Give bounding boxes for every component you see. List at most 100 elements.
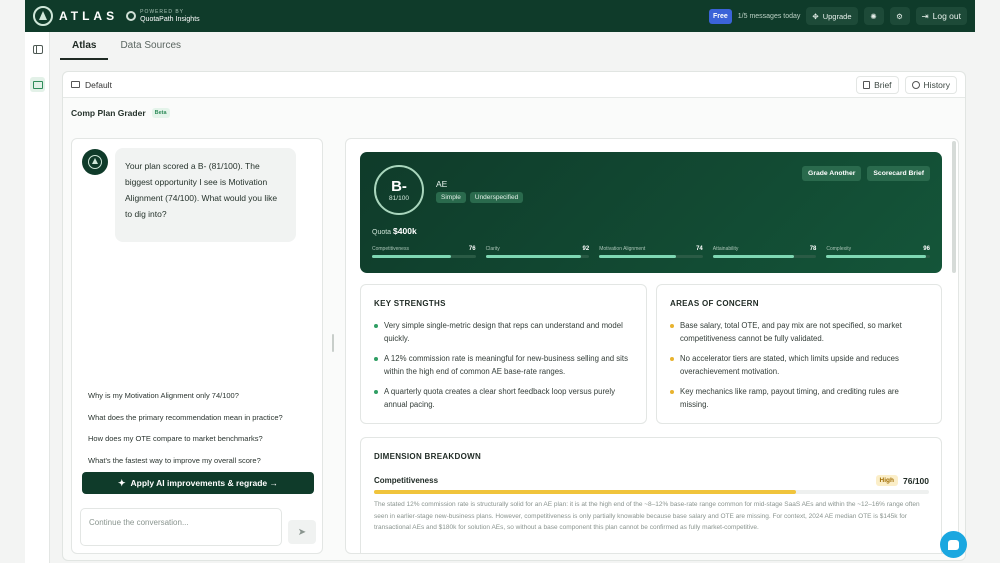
metric-fill xyxy=(712,255,794,258)
concern-item: Base salary, total OTE, and pay mix are … xyxy=(670,319,929,345)
metric-name: Complexity xyxy=(826,246,852,252)
atlas-logo[interactable]: ATLAS xyxy=(33,6,118,26)
chat-input[interactable]: Continue the conversation... xyxy=(80,508,282,546)
bug-report-button[interactable]: ✺ xyxy=(863,7,884,25)
metric-name: Competitiveness xyxy=(372,246,409,252)
help-chat-button[interactable] xyxy=(940,531,967,558)
breadcrumb[interactable]: Default xyxy=(71,80,112,90)
left-rail xyxy=(25,32,50,563)
grade-letter: B- xyxy=(391,177,407,195)
resize-handle[interactable] xyxy=(332,334,334,352)
metric-value: 76 xyxy=(468,246,476,252)
dimension-breakdown-card: DIMENSION BREAKDOWN Competitiveness High… xyxy=(360,437,942,553)
message-count: 1/5 messages today xyxy=(737,12,801,20)
bug-icon: ✺ xyxy=(870,11,877,21)
brief-label: Brief xyxy=(874,79,892,90)
tool-title: Comp Plan Grader xyxy=(71,108,146,118)
strength-text: A quarterly quota creates a clear short … xyxy=(384,387,616,409)
metric-competitiveness: Competitiveness 76 xyxy=(372,246,476,258)
sparkle-icon: ✦ xyxy=(117,477,126,488)
grade-ring: B- 81/100 xyxy=(374,165,424,215)
plan-tag: Simple xyxy=(436,192,466,203)
key-strengths-card: KEY STRENGTHS Very simple single-metric … xyxy=(360,284,647,424)
folder-icon xyxy=(32,80,43,89)
assistant-message: Your plan scored a B- (81/100). The bigg… xyxy=(115,148,296,242)
dimension-row[interactable]: Competitiveness High 76/100 xyxy=(374,475,929,486)
top-bar: ATLAS POWERED BY QuotaPath Insights Free… xyxy=(25,0,975,32)
tab-atlas[interactable]: Atlas xyxy=(60,36,109,60)
brief-button[interactable]: Brief xyxy=(856,75,899,94)
bullet-dot xyxy=(670,323,674,328)
chat-bubble-icon xyxy=(948,539,959,550)
toggle-sidebar-button[interactable] xyxy=(30,42,45,57)
powered-by-label: POWERED BY xyxy=(140,9,185,15)
workspace-header: Default Brief History xyxy=(63,72,965,98)
projects-button[interactable] xyxy=(30,77,45,92)
suggestion-item[interactable]: Why is my Motivation Alignment only 74/1… xyxy=(82,385,314,407)
workspace-panel: Default Brief History Comp Plan Grader B… xyxy=(62,71,966,561)
sidebar-panel-icon xyxy=(32,45,43,54)
score-card: B- 81/100 AE Simple Underspecified Grade… xyxy=(360,152,942,273)
dimension-bar xyxy=(374,490,929,494)
metric-value: 74 xyxy=(696,246,703,252)
strength-item: Very simple single-metric design that re… xyxy=(374,319,634,345)
apply-improvements-button[interactable]: ✦ Apply AI improvements & regrade → xyxy=(82,472,314,494)
upgrade-icon: ✥ xyxy=(812,11,819,21)
history-button[interactable]: History xyxy=(904,75,957,94)
areas-of-concern-card: AREAS OF CONCERN Base salary, total OTE,… xyxy=(656,284,942,424)
send-icon: ➤ xyxy=(297,526,307,538)
document-icon xyxy=(863,80,871,89)
logout-icon: ⇥ xyxy=(921,10,929,21)
metric-fill xyxy=(826,255,926,258)
quotapath-icon xyxy=(126,11,137,21)
scorecard-brief-button[interactable]: Scorecard Brief xyxy=(867,166,930,181)
level-badge: High xyxy=(875,475,898,486)
dimension-name: Competitiveness xyxy=(374,476,439,485)
dimension-description: The stated 12% commission rate is struct… xyxy=(374,501,920,531)
settings-button[interactable]: ⚙ xyxy=(889,7,910,25)
areas-of-concern-title: AREAS OF CONCERN xyxy=(670,299,759,308)
dimension-bar-fill xyxy=(374,490,796,494)
concern-text: No accelerator tiers are stated, which l… xyxy=(680,354,899,376)
metric-value: 92 xyxy=(582,246,590,252)
suggestion-item[interactable]: What does the primary recommendation mea… xyxy=(82,407,314,429)
powered-by-brand: QuotaPath Insights xyxy=(140,16,200,23)
plan-tags: Simple Underspecified xyxy=(436,192,524,203)
bullet-dot xyxy=(374,389,378,394)
apply-label: Apply AI improvements & regrade → xyxy=(130,478,279,488)
dimension-breakdown-title: DIMENSION BREAKDOWN xyxy=(374,452,482,461)
strength-text: A 12% commission rate is meaningful for … xyxy=(384,354,628,376)
metric-motivation-alignment: Motivation Alignment 74 xyxy=(599,246,703,258)
strength-item: A quarterly quota creates a clear short … xyxy=(374,385,634,411)
breadcrumb-label: Default xyxy=(85,79,112,90)
bullet-dot xyxy=(670,389,674,394)
upgrade-button[interactable]: ✥ Upgrade xyxy=(806,7,858,25)
dimension-score: 76/100 xyxy=(903,475,929,486)
metric-attainability: Attainability 78 xyxy=(712,246,817,258)
metric-complexity: Complexity 96 xyxy=(826,246,930,258)
quota-value: $400k xyxy=(393,226,417,236)
suggestion-item[interactable]: How does my OTE compare to market benchm… xyxy=(82,428,314,450)
quota: Quota $400k xyxy=(372,226,417,236)
send-button[interactable]: ➤ xyxy=(288,520,316,544)
beta-badge: Beta xyxy=(151,108,170,118)
grade-another-button[interactable]: Grade Another xyxy=(802,166,862,181)
logout-button[interactable]: ⇥ Log out xyxy=(915,7,967,25)
history-icon xyxy=(911,80,920,89)
metric-value: 96 xyxy=(923,246,930,252)
logo-text: ATLAS xyxy=(59,9,119,23)
suggestion-item[interactable]: What's the fastest way to improve my ove… xyxy=(82,450,314,472)
concern-text: Key mechanics like ramp, payout timing, … xyxy=(680,387,899,409)
results-panel: B- 81/100 AE Simple Underspecified Grade… xyxy=(345,138,959,554)
plan-tag: Underspecified xyxy=(469,192,524,203)
results-scrollbar[interactable] xyxy=(952,141,956,273)
grade-score: 81/100 xyxy=(389,194,409,202)
role-label: AE xyxy=(436,179,448,189)
metric-name: Clarity xyxy=(485,246,500,252)
concern-item: No accelerator tiers are stated, which l… xyxy=(670,352,929,378)
concern-item: Key mechanics like ramp, payout timing, … xyxy=(670,385,929,411)
strength-text: Very simple single-metric design that re… xyxy=(384,321,623,343)
metric-fill xyxy=(372,255,451,258)
metric-fill xyxy=(599,255,676,258)
tab-data-sources[interactable]: Data Sources xyxy=(108,36,193,60)
